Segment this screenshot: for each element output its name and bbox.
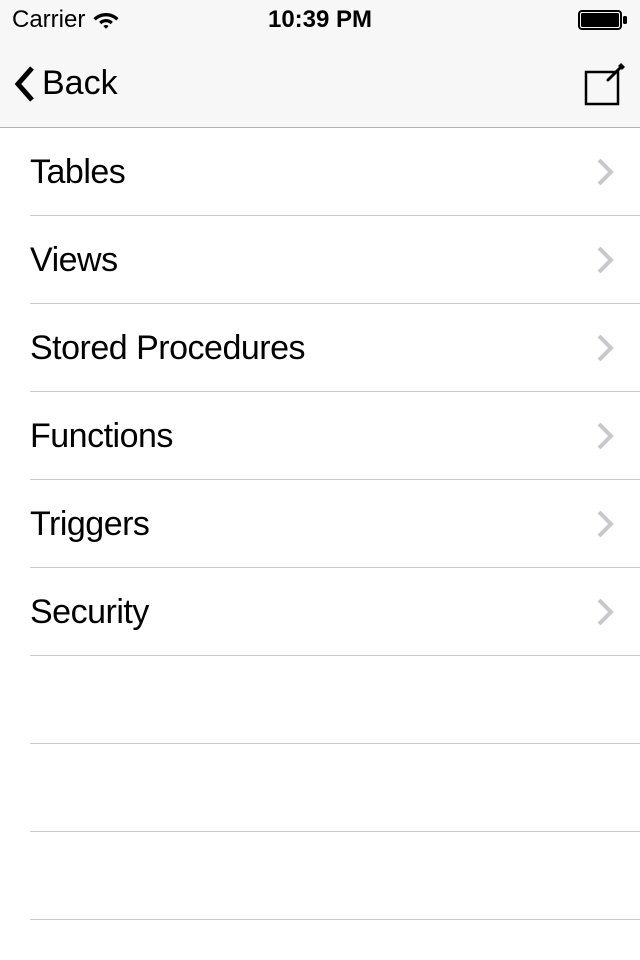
status-right	[578, 9, 628, 31]
chevron-right-icon	[596, 597, 614, 627]
compose-button[interactable]	[580, 60, 628, 108]
chevron-right-icon	[596, 509, 614, 539]
status-left: Carrier	[12, 6, 119, 34]
empty-row	[0, 832, 640, 920]
carrier-label: Carrier	[12, 6, 85, 34]
list-item-triggers[interactable]: Triggers	[0, 480, 640, 568]
list-item-label: Views	[30, 241, 118, 280]
list-item-views[interactable]: Views	[0, 216, 640, 304]
list-item-label: Triggers	[30, 505, 149, 544]
list-item-functions[interactable]: Functions	[0, 392, 640, 480]
list-item-tables[interactable]: Tables	[0, 128, 640, 216]
compose-icon	[580, 60, 628, 108]
chevron-right-icon	[596, 245, 614, 275]
battery-icon	[578, 9, 628, 31]
empty-row	[0, 656, 640, 744]
menu-list: Tables Views Stored Procedures Functions…	[0, 128, 640, 920]
list-item-security[interactable]: Security	[0, 568, 640, 656]
wifi-icon	[93, 10, 119, 30]
chevron-left-icon	[12, 64, 36, 104]
empty-row	[0, 744, 640, 832]
status-bar: Carrier 10:39 PM	[0, 0, 640, 40]
list-item-stored-procedures[interactable]: Stored Procedures	[0, 304, 640, 392]
list-item-label: Functions	[30, 417, 173, 456]
chevron-right-icon	[596, 157, 614, 187]
back-label: Back	[42, 64, 118, 103]
navigation-bar: Back	[0, 40, 640, 128]
chevron-right-icon	[596, 421, 614, 451]
list-item-label: Stored Procedures	[30, 329, 305, 368]
back-button[interactable]: Back	[12, 64, 118, 104]
chevron-right-icon	[596, 333, 614, 363]
list-item-label: Security	[30, 593, 149, 632]
list-item-label: Tables	[30, 153, 125, 192]
